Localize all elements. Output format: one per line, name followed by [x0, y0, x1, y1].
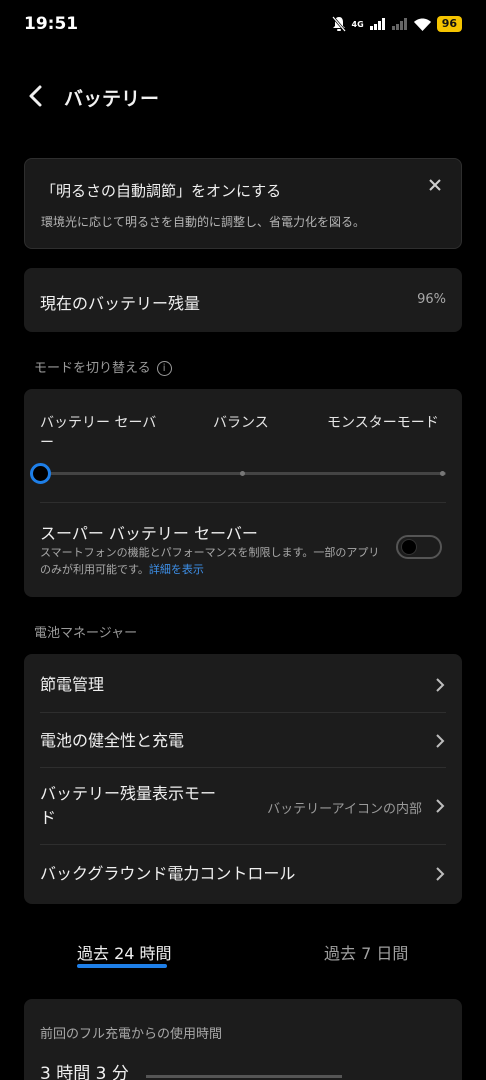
list-item-label: バックグラウンド電力コントロール	[40, 864, 296, 883]
mode-section-text: モードを切り替える	[34, 361, 151, 376]
battery-level-row: 現在のバッテリー残量 96%	[24, 268, 462, 332]
tab-24-hours[interactable]: 過去 24 時間	[77, 940, 172, 964]
close-icon[interactable]	[427, 177, 443, 193]
signal-icon	[369, 18, 385, 30]
manager-card: 節電管理 電池の健全性と充電 バッテリー残量表示モー ド バッテリーアイコンの内…	[24, 654, 462, 904]
mode-slider-thumb[interactable]	[30, 463, 51, 484]
bell-mute-icon	[331, 16, 346, 32]
super-saver-desc-text: スマートフォンの機能とパフォーマンスを制限します。一部のアプリのみが利用可能です…	[40, 546, 380, 576]
toggle-knob	[401, 539, 417, 555]
header: バッテリー	[0, 78, 486, 114]
slider-stop-monster	[440, 471, 445, 476]
usage-label: 前回のフル充電からの使用時間	[40, 1027, 223, 1042]
list-item-label: バッテリー残量表示モー ド	[40, 784, 217, 827]
list-item-background-power[interactable]: バックグラウンド電力コントロール	[24, 845, 462, 904]
list-item-level-display-mode[interactable]: バッテリー残量表示モー ド バッテリーアイコンの内部	[24, 768, 462, 844]
mode-card: バッテリー セーバ ー バランス モンスターモード スーパー バッテリー セーバ…	[24, 389, 462, 597]
mode-option-monster[interactable]: モンスターモード	[327, 413, 439, 433]
mode-option-saver[interactable]: バッテリー セーバ ー	[40, 413, 180, 453]
status-icons: 4G 96	[331, 14, 462, 34]
usage-bar	[146, 1075, 342, 1078]
list-item-value: バッテリーアイコンの内部	[267, 802, 422, 817]
details-link[interactable]: 詳細を表示	[149, 563, 204, 576]
banner-text: 環境光に応じて明るさを自動的に調整し、省電力化を図る。	[41, 215, 366, 229]
banner-title: 「明るさの自動調節」をオンにする	[41, 182, 282, 200]
info-icon[interactable]: i	[156, 361, 172, 376]
super-saver-title: スーパー バッテリー セーバー	[40, 524, 258, 543]
chevron-right-icon	[436, 734, 445, 748]
mode-section-label: モードを切り替える i	[34, 357, 172, 376]
super-saver-toggle[interactable]	[396, 535, 442, 559]
status-bar: 19:51 4G 96	[0, 0, 486, 52]
list-item-label: 節電管理	[40, 675, 105, 694]
battery-level-label: 現在のバッテリー残量	[40, 294, 201, 313]
network-type: 4G	[351, 19, 364, 29]
chevron-right-icon	[436, 867, 445, 881]
active-tab-indicator	[77, 964, 167, 968]
wifi-icon	[413, 18, 431, 31]
manager-section-label: 電池マネージャー	[34, 626, 138, 641]
back-arrow-icon[interactable]	[24, 82, 48, 110]
mode-option-balance[interactable]: バランス	[213, 413, 269, 433]
list-item-health-charging[interactable]: 電池の健全性と充電	[24, 713, 462, 768]
battery-badge: 96	[436, 16, 462, 32]
status-time: 19:51	[24, 14, 79, 34]
auto-brightness-banner[interactable]: 「明るさの自動調節」をオンにする 環境光に応じて明るさを自動的に調整し、省電力化…	[24, 158, 462, 249]
usage-value: 3 時間 3 分	[40, 1064, 129, 1080]
signal-weak-icon	[391, 18, 407, 30]
tab-7-days[interactable]: 過去 7 日間	[324, 940, 408, 964]
page-title: バッテリー	[64, 88, 160, 110]
chevron-right-icon	[436, 799, 445, 813]
slider-stop-balance	[240, 471, 245, 476]
usage-tabs: 過去 24 時間 過去 7 日間	[0, 930, 486, 974]
divider	[40, 502, 446, 503]
usage-card: 前回のフル充電からの使用時間 3 時間 3 分	[24, 999, 462, 1080]
list-item-label: 電池の健全性と充電	[40, 731, 185, 750]
chevron-right-icon	[436, 678, 445, 692]
super-saver-description: スマートフォンの機能とパフォーマンスを制限します。一部のアプリのみが利用可能です…	[40, 544, 380, 578]
list-item-power-saving[interactable]: 節電管理	[24, 654, 462, 712]
battery-level-value: 96%	[417, 292, 446, 307]
